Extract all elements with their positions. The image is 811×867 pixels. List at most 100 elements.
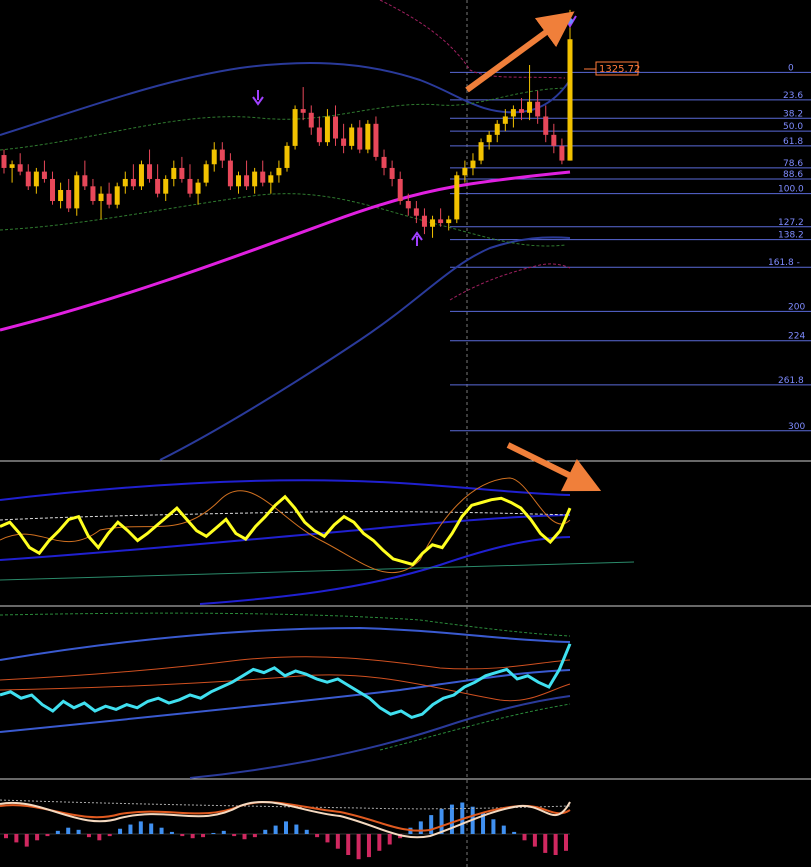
histogram-bar — [564, 834, 568, 851]
candle-body — [155, 178, 161, 194]
histogram-bar — [439, 808, 444, 834]
candle-body — [179, 167, 185, 179]
histogram-bar — [107, 834, 112, 837]
histogram-bar — [346, 834, 351, 855]
histogram-bar — [190, 834, 195, 839]
candle-body — [421, 215, 427, 227]
candle-body — [195, 182, 201, 194]
histogram-bar — [14, 834, 19, 843]
candle-body — [316, 127, 322, 143]
fib-level-label: 23.6 — [783, 91, 803, 101]
candle-body — [438, 219, 444, 224]
candle-body — [203, 164, 209, 183]
osc-band-upper — [0, 626, 571, 661]
candle-body — [244, 175, 250, 187]
fib-level-label: 50.0 — [783, 122, 803, 132]
fib-level-label: 61.8 — [783, 137, 803, 147]
histogram-bar — [169, 831, 174, 834]
histogram-bar — [304, 829, 309, 834]
fib-level-label: 100.0 — [778, 185, 804, 195]
candle-body — [268, 175, 274, 183]
candle-body — [341, 138, 347, 146]
rsi-band-lower — [199, 536, 571, 605]
candle-body — [33, 171, 39, 187]
candle-body — [252, 171, 258, 187]
candle-body — [284, 145, 290, 168]
histogram-bar — [45, 834, 50, 837]
candle-body — [74, 175, 80, 209]
histogram-bar — [4, 834, 8, 839]
candle-body — [357, 127, 363, 150]
rsi-pane — [0, 477, 635, 605]
candle-body — [227, 160, 233, 187]
fib-level-label: 200 — [788, 302, 805, 312]
candle-body — [308, 112, 314, 128]
candle-body — [98, 193, 104, 202]
fib-level-label: 127.2 — [778, 218, 804, 228]
candle-body — [9, 164, 15, 168]
candle-body — [106, 193, 112, 205]
histogram-bar — [501, 825, 506, 834]
candle-body — [470, 160, 476, 168]
osc-green-dashed-lower — [379, 703, 571, 751]
fib-level-label: 300 — [788, 422, 805, 432]
histogram-bar — [294, 824, 299, 834]
histogram-bar — [211, 832, 216, 834]
histogram-bar — [429, 815, 434, 834]
fib-level-label: 88.6 — [783, 170, 803, 180]
candle-body — [292, 109, 298, 146]
rsi-band-mid — [0, 514, 571, 561]
candle-body — [276, 167, 282, 176]
histogram-bar — [149, 823, 154, 834]
candle-body — [17, 164, 23, 172]
candle-body — [405, 201, 411, 209]
candle-body — [58, 189, 64, 202]
histogram-bar — [284, 821, 288, 834]
candle-body — [171, 167, 177, 179]
fib-level-label: 78.6 — [783, 159, 803, 169]
candle-body — [219, 149, 225, 161]
candle-body — [510, 109, 516, 117]
price-tag-label: 1325.72 — [599, 64, 640, 75]
candle-body — [163, 178, 169, 194]
candle-body — [1, 155, 7, 168]
histogram-bar — [532, 834, 537, 847]
candle-body — [551, 134, 557, 146]
osc-band-mid — [0, 669, 571, 733]
fib-level-label: 161.8 - — [768, 258, 800, 268]
histogram-bar — [252, 834, 257, 838]
candle-body — [413, 208, 419, 216]
candle-body — [478, 142, 484, 161]
histogram-bar — [118, 828, 123, 834]
histogram-bar — [242, 834, 247, 840]
histogram-bar — [543, 834, 548, 853]
macd-pane — [0, 799, 571, 860]
candle-body — [535, 101, 541, 117]
fib-level-label: 261.8 — [778, 376, 804, 386]
candle-body — [90, 186, 96, 202]
candle-body — [349, 127, 355, 146]
candle-body — [333, 116, 339, 139]
candle-body — [147, 164, 153, 179]
histogram-bar — [335, 834, 340, 849]
candle-body — [260, 171, 266, 183]
osc-green-dashed — [0, 612, 571, 637]
rsi-trend-line — [0, 561, 635, 581]
candle-body — [486, 134, 492, 143]
candle-body — [66, 189, 72, 209]
macd-histogram — [4, 802, 568, 860]
histogram-bar — [138, 821, 143, 834]
histogram-bar — [366, 834, 371, 858]
histogram-bar — [35, 834, 40, 841]
candle-body — [82, 175, 88, 187]
candle-body — [559, 145, 565, 161]
histogram-bar — [418, 821, 423, 834]
fib-level-label: 224 — [788, 332, 805, 342]
candle-body — [114, 186, 120, 205]
candle-body — [324, 116, 330, 143]
candle-body — [235, 175, 241, 187]
candle-body — [373, 123, 379, 157]
fib-level-label: 38.2 — [783, 109, 803, 119]
histogram-bar — [263, 829, 268, 834]
histogram-bar — [512, 831, 517, 834]
